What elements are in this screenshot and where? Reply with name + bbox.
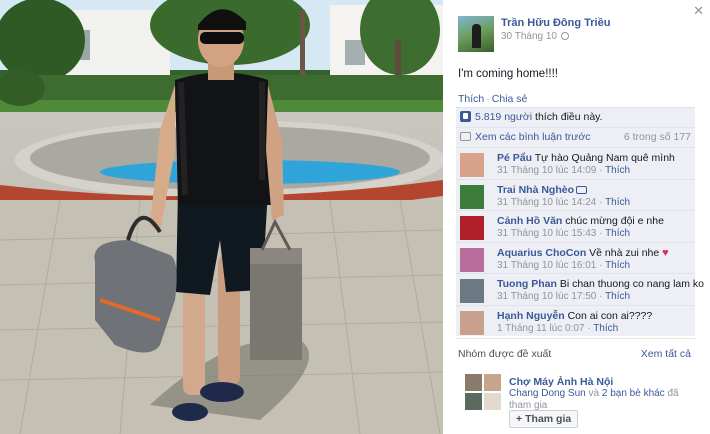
camera-icon	[576, 185, 588, 194]
comment-author[interactable]: Tuong Phan	[497, 278, 557, 290]
author-name[interactable]: Trần Hữu Đông Triều	[501, 17, 610, 29]
post-side-panel: ✕ Trần Hữu Đông Triều 30 Tháng 10 I'm co…	[443, 0, 710, 434]
suggested-groups-title: Nhóm được đề xuất	[458, 348, 552, 360]
comment-author[interactable]: Trai Nhà Nghèo	[497, 184, 574, 196]
comment-like-link[interactable]: Thích	[605, 228, 630, 239]
post-date[interactable]: 30 Tháng 10	[501, 31, 557, 42]
feedback-box: 5.819 người thích điều này. Xem các bình…	[456, 107, 704, 337]
comment-avatar[interactable]	[460, 247, 484, 272]
comment-avatar[interactable]	[460, 279, 484, 303]
comment-text: chúc mừng đội e nhe	[565, 215, 664, 227]
comment-like-link[interactable]: Thích	[605, 291, 630, 302]
group-members: Chang Dong Sun và 2 bạn bè khác đã tham …	[509, 388, 689, 412]
action-separator: ·	[486, 93, 490, 105]
see-all-link[interactable]: Xem tất cả	[641, 348, 691, 360]
comment-avatar[interactable]	[460, 153, 484, 177]
comment-count: 6 trong số 177	[623, 131, 691, 143]
likes-count-link[interactable]: 5.819 người	[475, 111, 532, 123]
post-meta: 30 Tháng 10	[501, 31, 569, 42]
comment-like-link[interactable]: Thích	[605, 165, 630, 176]
group-thumb-3	[465, 393, 482, 410]
comment-text: Bi chan thuong co nang lam ko	[559, 278, 704, 290]
photo-scene	[0, 0, 443, 434]
comment-time[interactable]: 31 Tháng 10 lúc 15:43	[497, 228, 596, 239]
comment-time[interactable]: 31 Tháng 10 lúc 17:50	[497, 291, 596, 302]
comment-author[interactable]: Pé Pẩu	[497, 152, 532, 164]
group-name[interactable]: Chợ Máy Ảnh Hà Nội	[509, 376, 613, 388]
member-link[interactable]: Chang Dong Sun	[509, 388, 586, 399]
comment-avatar[interactable]	[460, 216, 484, 240]
view-previous-comments-link[interactable]: Xem các bình luận trước	[475, 131, 590, 143]
comment-item: Tuong Phan Bi chan thuong co nang lam ko…	[456, 274, 704, 306]
friends-link[interactable]: 2 bạn bè khác	[602, 388, 665, 399]
previous-comments-row: Xem các bình luận trước 6 trong số 177	[456, 128, 695, 148]
comment-time[interactable]: 31 Tháng 10 lúc 16:01	[497, 260, 596, 271]
author-avatar[interactable]	[458, 16, 494, 52]
comment-text: Về nhà zui nhe	[589, 246, 660, 259]
heart-icon: ♥	[662, 246, 669, 259]
comment-like-link[interactable]: Thích	[593, 323, 618, 334]
group-thumbnail[interactable]	[465, 374, 501, 410]
join-group-button[interactable]: + Tham gia	[509, 410, 579, 428]
post-text: I'm coming home!!!!	[458, 68, 558, 80]
comment-like-link[interactable]: Thích	[605, 260, 630, 271]
close-icon[interactable]: ✕	[693, 3, 704, 19]
comment-author[interactable]: Aquarius ChoCon	[497, 247, 586, 259]
comment-like-link[interactable]: Thích	[605, 197, 630, 208]
share-link[interactable]: Chia sẻ	[492, 93, 528, 105]
comment-text: Con ai con ai????	[567, 309, 653, 322]
comment-time[interactable]: 31 Tháng 10 lúc 14:24	[497, 197, 596, 208]
comment-item: Pé Pẩu Tự hào Quảng Nam quê mình 31 Thán…	[456, 148, 695, 180]
comment-time[interactable]: 1 Tháng 11 lúc 0:07	[497, 323, 584, 334]
comment-avatar[interactable]	[460, 310, 484, 335]
group-thumb-4	[484, 393, 501, 410]
group-thumb-1	[465, 374, 482, 391]
comment-text: Tự hào Quảng Nam quê mình	[534, 152, 675, 164]
comment-author[interactable]: Cảnh Hồ Văn	[497, 215, 562, 227]
comment-item: Aquarius ChoCon Về nhà zui nhe ♥ 31 Thán…	[456, 243, 695, 274]
join-label: Tham gia	[525, 413, 572, 425]
comment-item: Trai Nhà Nghèo 31 Tháng 10 lúc 14:24 · T…	[456, 180, 695, 211]
likes-suffix: thích điều này.	[532, 111, 603, 123]
comment-avatar[interactable]	[460, 184, 484, 209]
post-photo[interactable]	[0, 0, 443, 434]
members-mid-text: và	[585, 388, 602, 399]
like-link[interactable]: Thích	[458, 93, 484, 105]
comment-author[interactable]: Hạnh Nguyễn	[497, 310, 565, 322]
group-thumb-2	[484, 374, 501, 391]
likes-row: 5.819 người thích điều này.	[456, 108, 695, 128]
globe-icon	[560, 32, 569, 40]
post-actions: Thích · Chia sẻ	[458, 93, 527, 105]
comment-icon	[460, 132, 471, 141]
section-divider	[456, 338, 695, 339]
plus-icon: +	[516, 413, 523, 425]
comment-time[interactable]: 31 Tháng 10 lúc 14:09	[497, 165, 596, 176]
comment-item: Cảnh Hồ Văn chúc mừng đội e nhe 31 Tháng…	[456, 211, 695, 243]
thumbs-up-icon	[460, 111, 471, 122]
comment-item: Hạnh Nguyễn Con ai con ai???? 1 Tháng 11…	[456, 306, 695, 337]
